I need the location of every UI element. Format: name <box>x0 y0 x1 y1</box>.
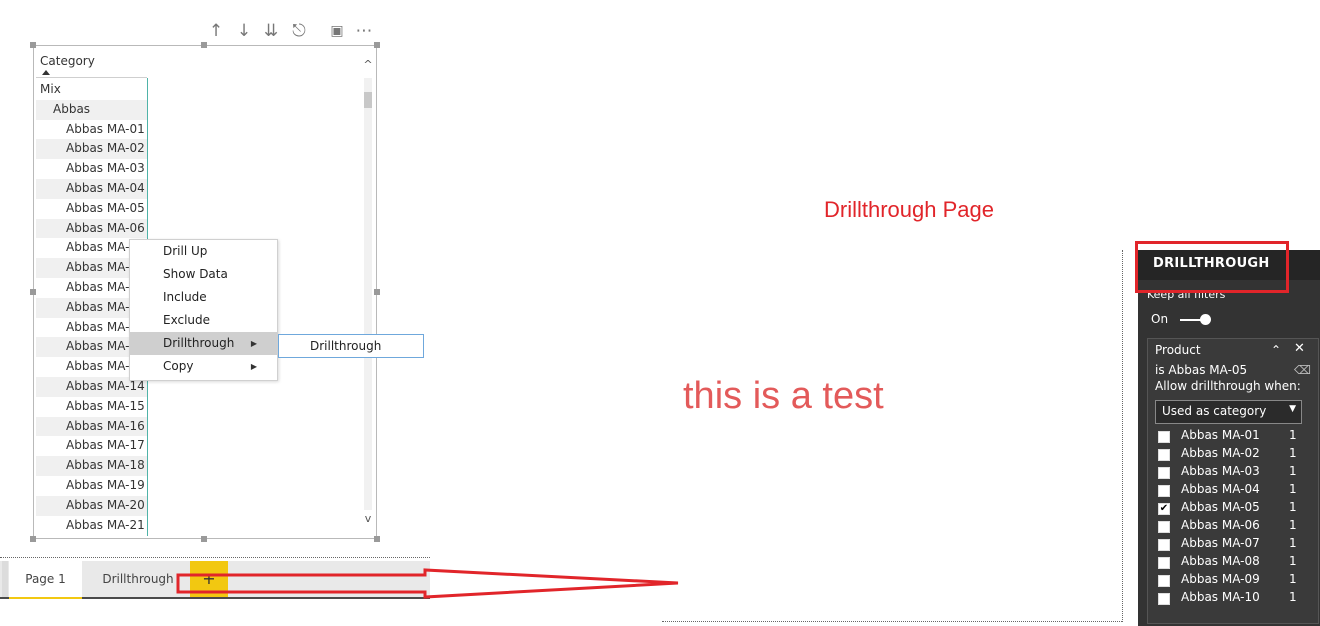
filter-value-count: 1 <box>1289 554 1297 568</box>
drillthrough-mode-select[interactable]: Used as category ▼ <box>1155 400 1302 424</box>
filter-value-item[interactable]: Abbas MA-08 1 <box>1148 553 1318 571</box>
checkbox[interactable] <box>1158 431 1170 443</box>
checkbox[interactable] <box>1158 449 1170 461</box>
toggle-knob[interactable] <box>1200 314 1211 325</box>
filter-value-label: Abbas MA-09 <box>1181 572 1260 586</box>
filter-value-item[interactable]: Abbas MA-06 1 <box>1148 517 1318 535</box>
filter-value-label: Abbas MA-05 <box>1181 500 1260 514</box>
annotation-arrow <box>176 568 679 599</box>
filter-value-item[interactable]: Abbas MA-07 1 <box>1148 535 1318 553</box>
filter-value-count: 1 <box>1289 446 1297 460</box>
filter-value-label: Abbas MA-02 <box>1181 446 1260 460</box>
filter-condition: is Abbas MA-05 <box>1155 363 1248 377</box>
chevron-up-icon[interactable]: ⌃ <box>1271 343 1281 357</box>
filter-value-count: 1 <box>1289 572 1297 586</box>
clear-filter-icon[interactable]: ⌫ <box>1294 363 1311 377</box>
filter-value-item[interactable]: Abbas MA-01 1 <box>1148 427 1318 445</box>
page-title: Drillthrough Page <box>824 197 994 222</box>
chevron-down-icon: ▼ <box>1289 404 1296 414</box>
filter-value-item[interactable]: ✔ Abbas MA-05 1 <box>1148 499 1318 517</box>
test-textbox[interactable]: this is a test <box>683 375 884 418</box>
keep-filters-toggle[interactable] <box>1180 319 1202 321</box>
filter-value-count: 1 <box>1289 518 1297 532</box>
filter-value-item[interactable]: Abbas MA-03 1 <box>1148 463 1318 481</box>
filter-value-count: 1 <box>1289 428 1297 442</box>
close-icon[interactable]: ✕ <box>1294 341 1305 356</box>
annotation-highlight-box <box>1135 241 1289 293</box>
filter-value-count: 1 <box>1289 464 1297 478</box>
checkbox[interactable]: ✔ <box>1158 503 1170 515</box>
filter-values-list: Abbas MA-01 1 Abbas MA-02 1 Abbas MA-03 1 Abba… <box>1148 427 1318 607</box>
filter-value-label: Abbas MA-03 <box>1181 464 1260 478</box>
filter-value-item[interactable]: Abbas MA-10 1 <box>1148 589 1318 607</box>
checkbox[interactable] <box>1158 485 1170 497</box>
checkbox[interactable] <box>1158 521 1170 533</box>
filter-value-count: 1 <box>1289 482 1297 496</box>
filter-value-item[interactable]: Abbas MA-04 1 <box>1148 481 1318 499</box>
filter-field-name: Product <box>1155 343 1201 357</box>
filter-value-label: Abbas MA-06 <box>1181 518 1260 532</box>
filter-value-label: Abbas MA-10 <box>1181 590 1260 604</box>
filter-value-label: Abbas MA-07 <box>1181 536 1260 550</box>
filter-value-count: 1 <box>1289 500 1297 514</box>
checkbox[interactable] <box>1158 557 1170 569</box>
checkbox[interactable] <box>1158 467 1170 479</box>
product-filter-card: Product ⌃ ✕ is Abbas MA-05 ⌫ Allow drill… <box>1147 338 1319 624</box>
filter-value-label: Abbas MA-04 <box>1181 482 1260 496</box>
select-value: Used as category <box>1162 404 1267 418</box>
allow-drillthrough-label: Allow drillthrough when: <box>1155 379 1301 393</box>
filter-value-count: 1 <box>1289 536 1297 550</box>
checkbox[interactable] <box>1158 539 1170 551</box>
filter-value-item[interactable]: Abbas MA-02 1 <box>1148 445 1318 463</box>
filter-value-count: 1 <box>1289 590 1297 604</box>
checkbox[interactable] <box>1158 575 1170 587</box>
filter-value-label: Abbas MA-01 <box>1181 428 1260 442</box>
filter-value-item[interactable]: Abbas MA-09 1 <box>1148 571 1318 589</box>
filter-value-label: Abbas MA-08 <box>1181 554 1260 568</box>
toggle-label: On <box>1151 312 1169 326</box>
drillthrough-pane: DRILLTHROUGH Keep all filters On Product… <box>1138 250 1320 626</box>
checkbox[interactable] <box>1158 593 1170 605</box>
